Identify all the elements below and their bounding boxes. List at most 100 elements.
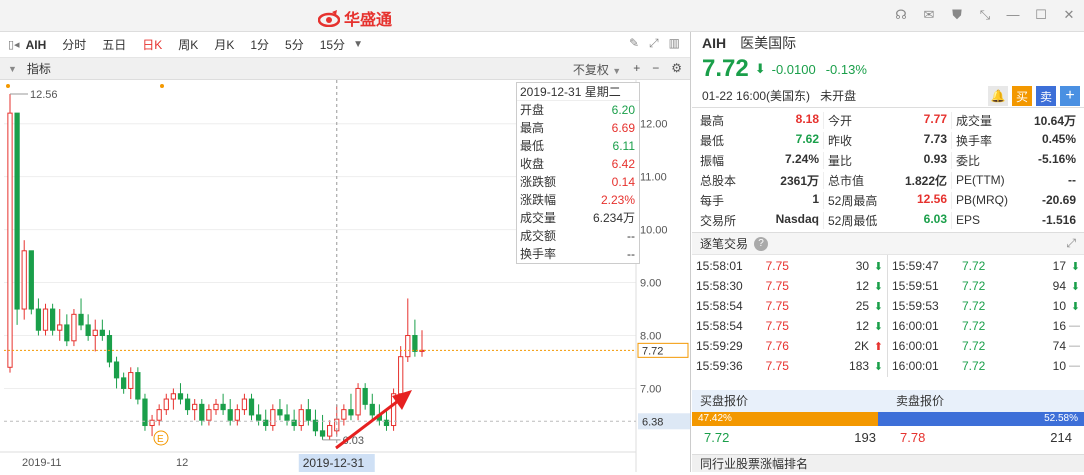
stat-value: 7.73 [923, 131, 947, 146]
shirt-icon[interactable]: ⛊ [948, 6, 966, 24]
period-tab-active[interactable]: 日K [134, 36, 170, 53]
info-row: 换手率 -- [517, 245, 639, 263]
candle-body [71, 313, 77, 342]
stat-value: 7.62 [795, 131, 819, 146]
period-tab[interactable]: 月K [206, 36, 242, 53]
tick-price: 7.75 [765, 359, 789, 373]
period-dropdown-icon[interactable]: ▼ [353, 39, 363, 50]
adjust-select[interactable]: 不复权 ▼ [573, 61, 621, 78]
compress-icon[interactable]: ⤡ [976, 6, 994, 24]
candle-body [213, 403, 219, 411]
market-status: 未开盘 [820, 89, 857, 103]
tick-volume: 2K [854, 339, 870, 353]
tick-time: 15:59:36 [696, 359, 743, 373]
stat-label: 交易所 [700, 213, 737, 228]
logo-icon [318, 10, 340, 27]
stat-label: 总股本 [700, 173, 737, 188]
x-tick-label: 12 [176, 457, 188, 469]
close-button[interactable]: ✕ [1060, 6, 1078, 24]
period-tab[interactable]: 分时 [54, 36, 94, 53]
stat-value: -- [1068, 173, 1076, 187]
draw-pencil-icon[interactable]: ✎ [629, 36, 639, 51]
minimize-button[interactable]: — [1004, 6, 1022, 24]
settings-gear-icon[interactable]: ⚙ [671, 61, 682, 78]
ask-volume: 214 [1050, 429, 1072, 445]
stats-row: 交易所 Nasdaq 52周最低 6.03 EPS -1.516 [696, 210, 1080, 230]
candle-body [156, 409, 162, 421]
stat-label: PB(MRQ) [956, 193, 1008, 207]
candle-body [42, 308, 49, 331]
sell-button[interactable]: 卖 [1036, 86, 1056, 106]
chart-symbol: AIH [25, 37, 47, 52]
help-icon[interactable]: ? [754, 236, 769, 251]
info-label: 成交额 [520, 229, 557, 243]
stat-cell: 52周最高 12.56 [824, 191, 952, 209]
candle-body [170, 393, 177, 400]
fullscreen-icon[interactable]: ⤢ [649, 36, 659, 51]
info-label: 换手率 [520, 247, 557, 261]
stat-cell: 总股本 2361万 [696, 171, 824, 189]
candle-body [199, 403, 205, 421]
info-value: 6.234万 [592, 211, 635, 225]
event-dot [160, 84, 164, 88]
maximize-button[interactable]: ☐ [1032, 6, 1050, 24]
stats-row: 最低 7.62 昨收 7.73 换手率 0.45% [696, 130, 1080, 150]
stat-value: 1.822亿 [904, 173, 947, 188]
info-row: 成交额 -- [517, 227, 639, 245]
buy-button[interactable]: 买 [1012, 86, 1032, 106]
stat-value: 2361万 [780, 173, 819, 188]
tick-time: 15:58:54 [696, 319, 743, 333]
period-tab[interactable]: 五日 [94, 36, 134, 53]
period-tab[interactable]: 15分 [312, 36, 353, 53]
bid-volume: 193 [854, 429, 876, 445]
tick-time: 15:58:30 [696, 279, 743, 293]
candle-body [184, 398, 191, 411]
high-price-label: 12.56 [30, 89, 58, 101]
mail-icon[interactable]: ✉ [920, 6, 938, 24]
collapse-icon[interactable]: ▼ [8, 64, 17, 74]
stat-value: 7.24% [784, 151, 819, 166]
minus-icon[interactable]: − [652, 61, 659, 78]
headset-icon[interactable]: ☊ [892, 6, 910, 24]
sidebar-toggle-icon[interactable]: ▯◂ [8, 38, 20, 51]
tick-row: 15:59:36 7.75 183 ⬇ [696, 356, 883, 376]
candle-body [57, 324, 63, 331]
indicator-label[interactable]: 指标 [27, 60, 51, 77]
stat-label: 换手率 [956, 133, 993, 148]
ask-price: 7.78 [900, 429, 926, 445]
tick-row: 16:00:01 7.72 74— [892, 336, 1080, 356]
industry-ranking-header[interactable]: 同行业股票涨幅排名 [692, 454, 1084, 472]
info-value: -- [627, 229, 635, 243]
stat-cell: 成交量 10.64万 [952, 112, 1080, 129]
info-label: 最高 [520, 121, 545, 135]
stats-row: 振幅 7.24% 量比 0.93 委比 -5.16% [696, 150, 1080, 170]
stat-cell: EPS -1.516 [952, 213, 1080, 227]
period-tab[interactable]: 1分 [242, 36, 277, 53]
tick-price: 7.72 [962, 319, 986, 333]
candle-body [99, 329, 105, 337]
expand-icon[interactable]: ⤢ [1066, 236, 1076, 251]
add-icon[interactable]: + [633, 61, 640, 78]
quote-price: 7.72 [702, 55, 749, 82]
candle-body [405, 335, 411, 358]
period-tab[interactable]: 5分 [277, 36, 312, 53]
stats-row: 每手 1 52周最高 12.56 PB(MRQ) -20.69 [696, 190, 1080, 210]
candle-body [248, 398, 255, 416]
down-arrow-icon: ⬇ [873, 280, 883, 293]
indicator-bar: ▼ 指标 不复权 ▼ + − ⚙ [0, 58, 690, 80]
info-value: 6.11 [612, 139, 635, 153]
add-watchlist-button[interactable]: + [1060, 86, 1080, 106]
stat-value: 0.93 [923, 151, 947, 166]
x-tick-label: 2019-11 [22, 457, 62, 469]
stat-value: -5.16% [1037, 151, 1076, 166]
period-tab[interactable]: 周K [170, 36, 206, 53]
flat-dash-icon: — [1069, 360, 1080, 372]
stat-cell: 52周最低 6.03 [824, 211, 952, 229]
flat-dash-icon: — [1069, 340, 1080, 352]
tick-row: 16:00:01 7.72 16— [892, 316, 1080, 336]
down-arrow-icon: ⬇ [873, 360, 883, 373]
alert-bell-icon[interactable]: 🔔 [988, 86, 1008, 106]
info-label: 最低 [520, 139, 545, 153]
split-view-icon[interactable]: ▥ [669, 36, 680, 51]
stat-value: 8.18 [795, 111, 819, 126]
